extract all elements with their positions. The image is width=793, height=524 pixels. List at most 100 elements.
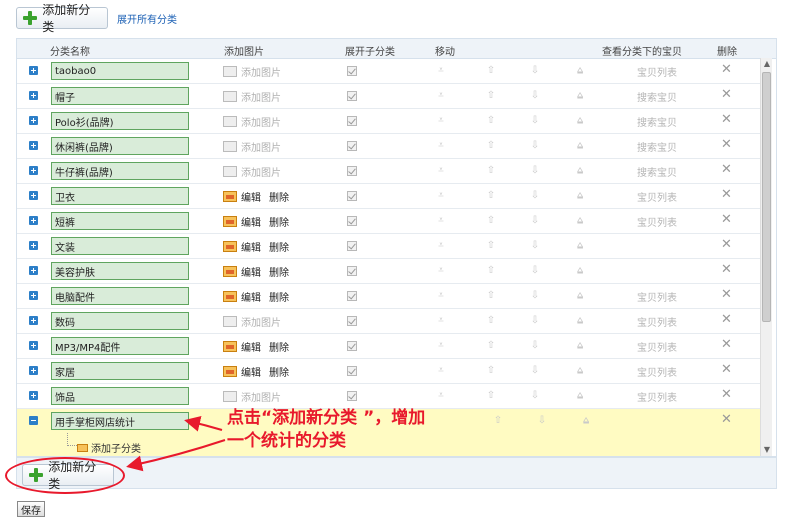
category-name-input[interactable] xyxy=(51,162,189,180)
move-top-icon[interactable]: ⩠ xyxy=(574,190,586,202)
add-image-link[interactable]: 添加图片 xyxy=(241,314,281,329)
edit-image-link[interactable]: 编辑 xyxy=(241,289,261,304)
move-top-icon[interactable]: ⩠ xyxy=(574,140,586,152)
move-top-icon[interactable]: ⩠ xyxy=(574,65,586,77)
add-image-link[interactable]: 添加图片 xyxy=(241,139,281,154)
new-category-name-input[interactable] xyxy=(51,412,189,430)
move-down-icon[interactable]: ⇩ xyxy=(529,115,541,127)
close-x-icon[interactable]: ✕ xyxy=(721,387,732,402)
scroll-thumb[interactable] xyxy=(762,72,771,322)
add-image-link[interactable]: 添加图片 xyxy=(241,114,281,129)
close-x-icon[interactable]: ✕ xyxy=(721,62,732,77)
move-bottom-icon[interactable]: ⩡ xyxy=(435,65,447,77)
expand-plus-icon[interactable] xyxy=(29,366,38,375)
move-down-icon[interactable]: ⇩ xyxy=(529,165,541,177)
view-items-link[interactable]: 搜索宝贝 xyxy=(637,164,677,179)
move-bottom-icon[interactable]: ⩡ xyxy=(435,240,447,252)
save-button[interactable]: 保存 xyxy=(17,501,45,517)
move-bottom-icon[interactable]: ⩡ xyxy=(435,340,447,352)
expand-plus-icon[interactable] xyxy=(29,241,38,250)
expand-subcategory-checkbox[interactable] xyxy=(347,116,357,126)
expand-subcategory-checkbox[interactable] xyxy=(347,266,357,276)
move-bottom-icon[interactable]: ⩡ xyxy=(435,365,447,377)
expand-all-link[interactable]: 展开所有分类 xyxy=(117,11,177,26)
add-subcategory-link[interactable]: 添加子分类 xyxy=(77,440,141,455)
edit-image-link[interactable]: 编辑 xyxy=(241,339,261,354)
category-name-input[interactable] xyxy=(51,62,189,80)
move-top-icon[interactable]: ⩠ xyxy=(574,90,586,102)
move-top-icon[interactable]: ⩠ xyxy=(574,340,586,352)
collapse-minus-icon[interactable] xyxy=(29,416,38,425)
expand-plus-icon[interactable] xyxy=(29,216,38,225)
expand-subcategory-checkbox[interactable] xyxy=(347,166,357,176)
close-x-icon[interactable]: ✕ xyxy=(721,312,732,327)
move-up-icon[interactable]: ⇧ xyxy=(485,340,497,352)
edit-image-link[interactable]: 编辑 xyxy=(241,264,261,279)
expand-subcategory-checkbox[interactable] xyxy=(347,216,357,226)
expand-plus-icon[interactable] xyxy=(29,291,38,300)
add-image-link[interactable]: 添加图片 xyxy=(241,64,281,79)
view-items-link[interactable]: 搜索宝贝 xyxy=(637,114,677,129)
add-category-button-top[interactable]: 添加新分类 xyxy=(16,3,108,34)
view-items-link[interactable]: 宝贝列表 xyxy=(637,189,677,204)
view-items-link[interactable]: 宝贝列表 xyxy=(637,289,677,304)
expand-plus-icon[interactable] xyxy=(29,391,38,400)
move-bottom-icon[interactable]: ⩡ xyxy=(435,265,447,277)
expand-plus-icon[interactable] xyxy=(29,316,38,325)
move-down-icon[interactable]: ⇩ xyxy=(529,265,541,277)
view-items-link[interactable]: 搜索宝贝 xyxy=(637,89,677,104)
remove-image-link[interactable]: 删除 xyxy=(269,339,289,354)
move-up-icon[interactable]: ⇧ xyxy=(485,165,497,177)
expand-plus-icon[interactable] xyxy=(29,91,38,100)
move-bottom-icon[interactable]: ⩡ xyxy=(435,140,447,152)
view-items-link[interactable]: 宝贝列表 xyxy=(637,214,677,229)
move-top-icon[interactable]: ⩠ xyxy=(574,390,586,402)
move-down-icon[interactable]: ⇩ xyxy=(529,140,541,152)
remove-image-link[interactable]: 删除 xyxy=(269,289,289,304)
move-bottom-icon[interactable]: ⩡ xyxy=(435,190,447,202)
move-up-icon[interactable]: ⇧ xyxy=(485,215,497,227)
expand-subcategory-checkbox[interactable] xyxy=(347,366,357,376)
move-up-icon[interactable]: ⇧ xyxy=(485,290,497,302)
move-down-icon[interactable]: ⇩ xyxy=(529,240,541,252)
category-name-input[interactable] xyxy=(51,237,189,255)
expand-plus-icon[interactable] xyxy=(29,266,38,275)
close-x-icon[interactable]: ✕ xyxy=(721,237,732,252)
category-name-input[interactable] xyxy=(51,137,189,155)
expand-subcategory-checkbox[interactable] xyxy=(347,391,357,401)
expand-subcategory-checkbox[interactable] xyxy=(347,341,357,351)
close-x-icon[interactable]: ✕ xyxy=(721,212,732,227)
category-name-input[interactable] xyxy=(51,362,189,380)
expand-subcategory-checkbox[interactable] xyxy=(347,141,357,151)
category-name-input[interactable] xyxy=(51,312,189,330)
move-top-icon[interactable]: ⩠ xyxy=(574,240,586,252)
edit-image-link[interactable]: 编辑 xyxy=(241,189,261,204)
move-up-icon[interactable]: ⇧ xyxy=(485,240,497,252)
move-down-icon[interactable]: ⇩ xyxy=(529,190,541,202)
category-name-input[interactable] xyxy=(51,87,189,105)
vertical-scrollbar[interactable]: ▲ ▼ xyxy=(760,58,772,456)
expand-plus-icon[interactable] xyxy=(29,191,38,200)
move-up-icon[interactable]: ⇧ xyxy=(485,315,497,327)
move-up-icon[interactable]: ⇧ xyxy=(485,115,497,127)
add-image-link[interactable]: 添加图片 xyxy=(241,389,281,404)
view-items-link[interactable]: 宝贝列表 xyxy=(637,339,677,354)
expand-plus-icon[interactable] xyxy=(29,341,38,350)
move-top-icon[interactable]: ⩠ xyxy=(574,265,586,277)
move-down-icon[interactable]: ⇩ xyxy=(529,90,541,102)
expand-subcategory-checkbox[interactable] xyxy=(347,241,357,251)
expand-subcategory-checkbox[interactable] xyxy=(347,66,357,76)
add-image-link[interactable]: 添加图片 xyxy=(241,89,281,104)
move-top-icon[interactable]: ⩠ xyxy=(574,215,586,227)
move-bottom-icon[interactable]: ⩡ xyxy=(435,90,447,102)
move-down-icon[interactable]: ⇩ xyxy=(529,315,541,327)
edit-image-link[interactable]: 编辑 xyxy=(241,364,261,379)
move-down-icon[interactable]: ⇩ xyxy=(529,340,541,352)
category-name-input[interactable] xyxy=(51,387,189,405)
remove-image-link[interactable]: 删除 xyxy=(269,239,289,254)
close-x-icon[interactable]: ✕ xyxy=(721,412,732,427)
move-up-icon[interactable]: ⇧ xyxy=(485,265,497,277)
remove-image-link[interactable]: 删除 xyxy=(269,364,289,379)
move-up-icon[interactable]: ⇧ xyxy=(485,390,497,402)
view-items-link[interactable]: 宝贝列表 xyxy=(637,64,677,79)
